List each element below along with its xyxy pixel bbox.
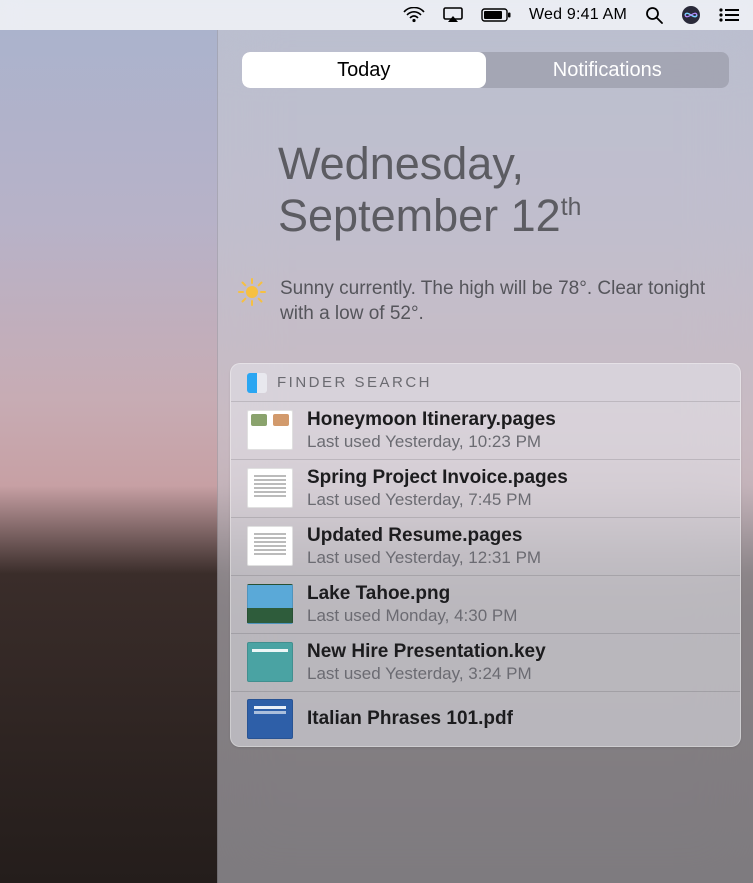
file-thumbnail [247,584,293,624]
wifi-icon[interactable] [403,7,425,23]
file-last-used: Last used Yesterday, 12:31 PM [307,548,724,568]
finder-search-list: Honeymoon Itinerary.pagesLast used Yeste… [231,401,740,746]
finder-result-item[interactable]: New Hire Presentation.keyLast used Yeste… [231,633,740,691]
file-name: Lake Tahoe.png [307,583,724,605]
file-name: New Hire Presentation.key [307,641,724,663]
menubar: Wed 9:41 AM [0,0,753,30]
file-name: Updated Resume.pages [307,525,724,547]
notification-center: Today Notifications Wednesday, September… [217,30,753,883]
date-heading: Wednesday, September 12th [278,138,717,242]
menubar-clock[interactable]: Wed 9:41 AM [529,6,627,24]
airplay-icon[interactable] [443,7,463,23]
date-weekday: Wednesday, [278,138,717,190]
file-text: Italian Phrases 101.pdf [307,708,724,730]
weather-summary: Sunny currently. The high will be 78°. C… [280,276,717,327]
file-thumbnail [247,526,293,566]
file-text: Updated Resume.pagesLast used Yesterday,… [307,525,724,568]
finder-search-title: FINDER SEARCH [277,374,432,391]
date-ordinal: th [561,194,582,221]
file-thumbnail [247,410,293,450]
file-thumbnail [247,642,293,682]
date-monthday-line: September 12th [278,190,717,242]
file-text: Honeymoon Itinerary.pagesLast used Yeste… [307,409,724,452]
file-thumbnail [247,699,293,739]
finder-search-header: FINDER SEARCH [231,364,740,401]
finder-result-item[interactable]: Spring Project Invoice.pagesLast used Ye… [231,459,740,517]
tab-today[interactable]: Today [242,52,486,88]
file-name: Spring Project Invoice.pages [307,467,724,489]
file-name: Italian Phrases 101.pdf [307,708,724,730]
file-text: Spring Project Invoice.pagesLast used Ye… [307,467,724,510]
finder-result-item[interactable]: Lake Tahoe.pngLast used Monday, 4:30 PM [231,575,740,633]
tab-today-label: Today [337,59,390,82]
desktop: Wed 9:41 AM Today Notifications Wednesda… [0,0,753,883]
file-last-used: Last used Yesterday, 10:23 PM [307,432,724,452]
file-text: Lake Tahoe.pngLast used Monday, 4:30 PM [307,583,724,626]
file-name: Honeymoon Itinerary.pages [307,409,724,431]
weather-widget[interactable]: Sunny currently. The high will be 78°. C… [238,276,717,327]
sun-icon [238,278,266,327]
file-thumbnail [247,468,293,508]
date-monthday: September 12 [278,190,561,241]
tab-notifications-label: Notifications [553,59,662,82]
file-last-used: Last used Yesterday, 3:24 PM [307,664,724,684]
file-text: New Hire Presentation.keyLast used Yeste… [307,641,724,684]
finder-result-item[interactable]: Updated Resume.pagesLast used Yesterday,… [231,517,740,575]
file-last-used: Last used Monday, 4:30 PM [307,606,724,626]
battery-icon[interactable] [481,8,511,22]
finder-result-item[interactable]: Italian Phrases 101.pdf [231,691,740,746]
nc-segment-control: Today Notifications [242,52,729,88]
finder-icon [247,373,267,393]
finder-search-widget: FINDER SEARCH Honeymoon Itinerary.pagesL… [230,363,741,747]
tab-notifications[interactable]: Notifications [486,52,730,88]
file-last-used: Last used Yesterday, 7:45 PM [307,490,724,510]
spotlight-icon[interactable] [645,6,663,24]
siri-icon[interactable] [681,5,701,25]
notification-center-icon[interactable] [719,8,739,22]
finder-result-item[interactable]: Honeymoon Itinerary.pagesLast used Yeste… [231,401,740,459]
